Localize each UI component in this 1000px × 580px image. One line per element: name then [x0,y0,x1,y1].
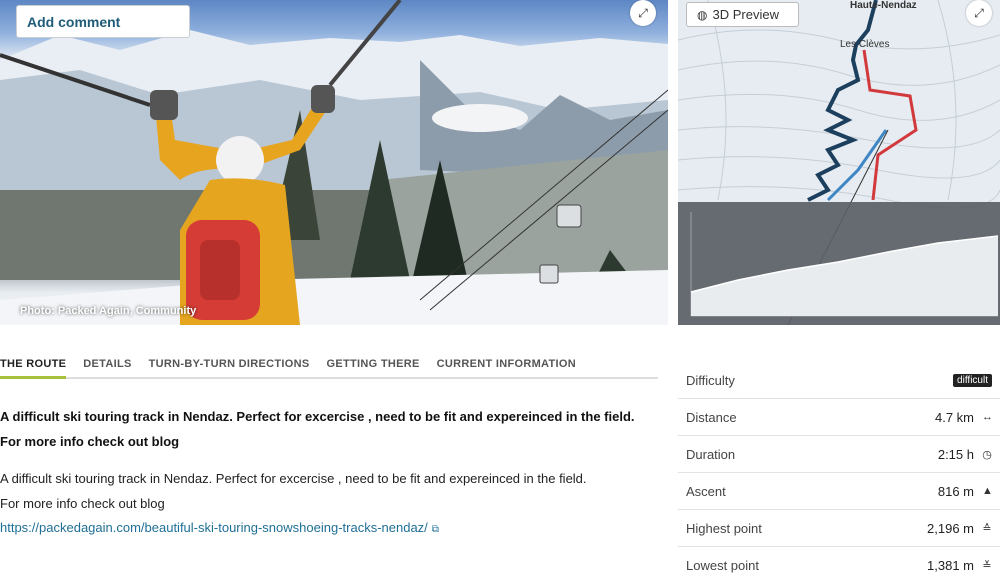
tab-the-route[interactable]: THE ROUTE [0,352,67,379]
stat-label: Difficulty [686,372,735,388]
lead-line: A difficult ski touring track in Nendaz.… [0,409,635,424]
expand-icon: ⤢ [638,5,648,20]
lowest-point-icon: ≚ [982,559,992,572]
lead-line: For more info check out blog [0,434,180,449]
stat-distance: Distance 4.7 km ↔ [678,399,1000,436]
blog-link[interactable]: https://packedagain.com/beautiful-ski-to… [0,520,428,535]
route-tabs: THE ROUTE DETAILS TURN-BY-TURN DIRECTION… [0,352,658,379]
stat-difficulty: Difficulty difficult [678,362,1000,399]
tour-photo[interactable]: Add comment ⤢ Photo: Packed Again, Commu… [0,0,668,325]
stat-value: 2,196 m [927,520,974,536]
clock-icon: ◷ [982,448,992,461]
globe-icon: ◍ [697,7,708,22]
stat-value: 4.7 km [934,409,974,425]
3d-preview-button[interactable]: ◍ 3D Preview [686,2,799,27]
tour-page: Add comment ⤢ Photo: Packed Again, Commu… [0,0,1000,580]
stat-label: Ascent [686,483,726,499]
add-comment-button[interactable]: Add comment [16,5,190,38]
tab-turn-by-turn-directions[interactable]: TURN-BY-TURN DIRECTIONS [149,352,310,379]
stat-lowest-point: Lowest point 1,381 m ≚ [678,547,1000,580]
stat-label: Highest point [686,520,762,536]
stat-ascent: Ascent 816 m ▲ [678,473,1000,510]
stat-label: Duration [686,446,736,462]
stat-value: 816 m [937,483,974,499]
body-line: For more info check out blog [0,496,165,511]
external-link-icon: ⧉ [431,524,439,535]
tab-getting-there[interactable]: GETTING THERE [327,352,420,379]
stat-label: Distance [686,409,737,425]
expand-icon: ⤢ [974,5,984,20]
3d-preview-label: 3D Preview [712,7,779,22]
tab-details[interactable]: DETAILS [83,352,131,379]
highest-point-icon: ≙ [982,522,992,535]
photo-credit: Photo: Packed Again, Community [20,305,197,317]
map-place-label: Les Clèves [840,39,890,50]
stat-value: 1,381 m [927,557,974,573]
difficulty-badge: difficult [953,373,992,387]
tour-stats: Difficulty difficult Distance 4.7 km ↔ Du… [678,362,1000,580]
expand-photo-button[interactable]: ⤢ [630,0,656,26]
stat-highest-point: Highest point 2,196 m ≙ [678,510,1000,547]
stat-value: 2:15 h [937,446,974,462]
route-description: A difficult ski touring track in Nendaz.… [0,404,658,539]
map-place-label: Haute-Nendaz [850,0,917,11]
map-canvas [678,0,1000,325]
route-map[interactable]: ◍ 3D Preview Haute-Nendaz Les Clèves ⤢ [678,0,1000,325]
stat-duration: Duration 2:15 h ◷ [678,436,1000,473]
tab-current-information[interactable]: CURRENT INFORMATION [437,352,576,379]
ascent-icon: ▲ [982,485,993,497]
distance-icon: ↔ [982,411,993,423]
photo-scene [0,0,668,325]
expand-map-button[interactable]: ⤢ [966,0,992,26]
body-line: A difficult ski touring track in Nendaz.… [0,471,587,486]
stat-label: Lowest point [686,557,759,573]
